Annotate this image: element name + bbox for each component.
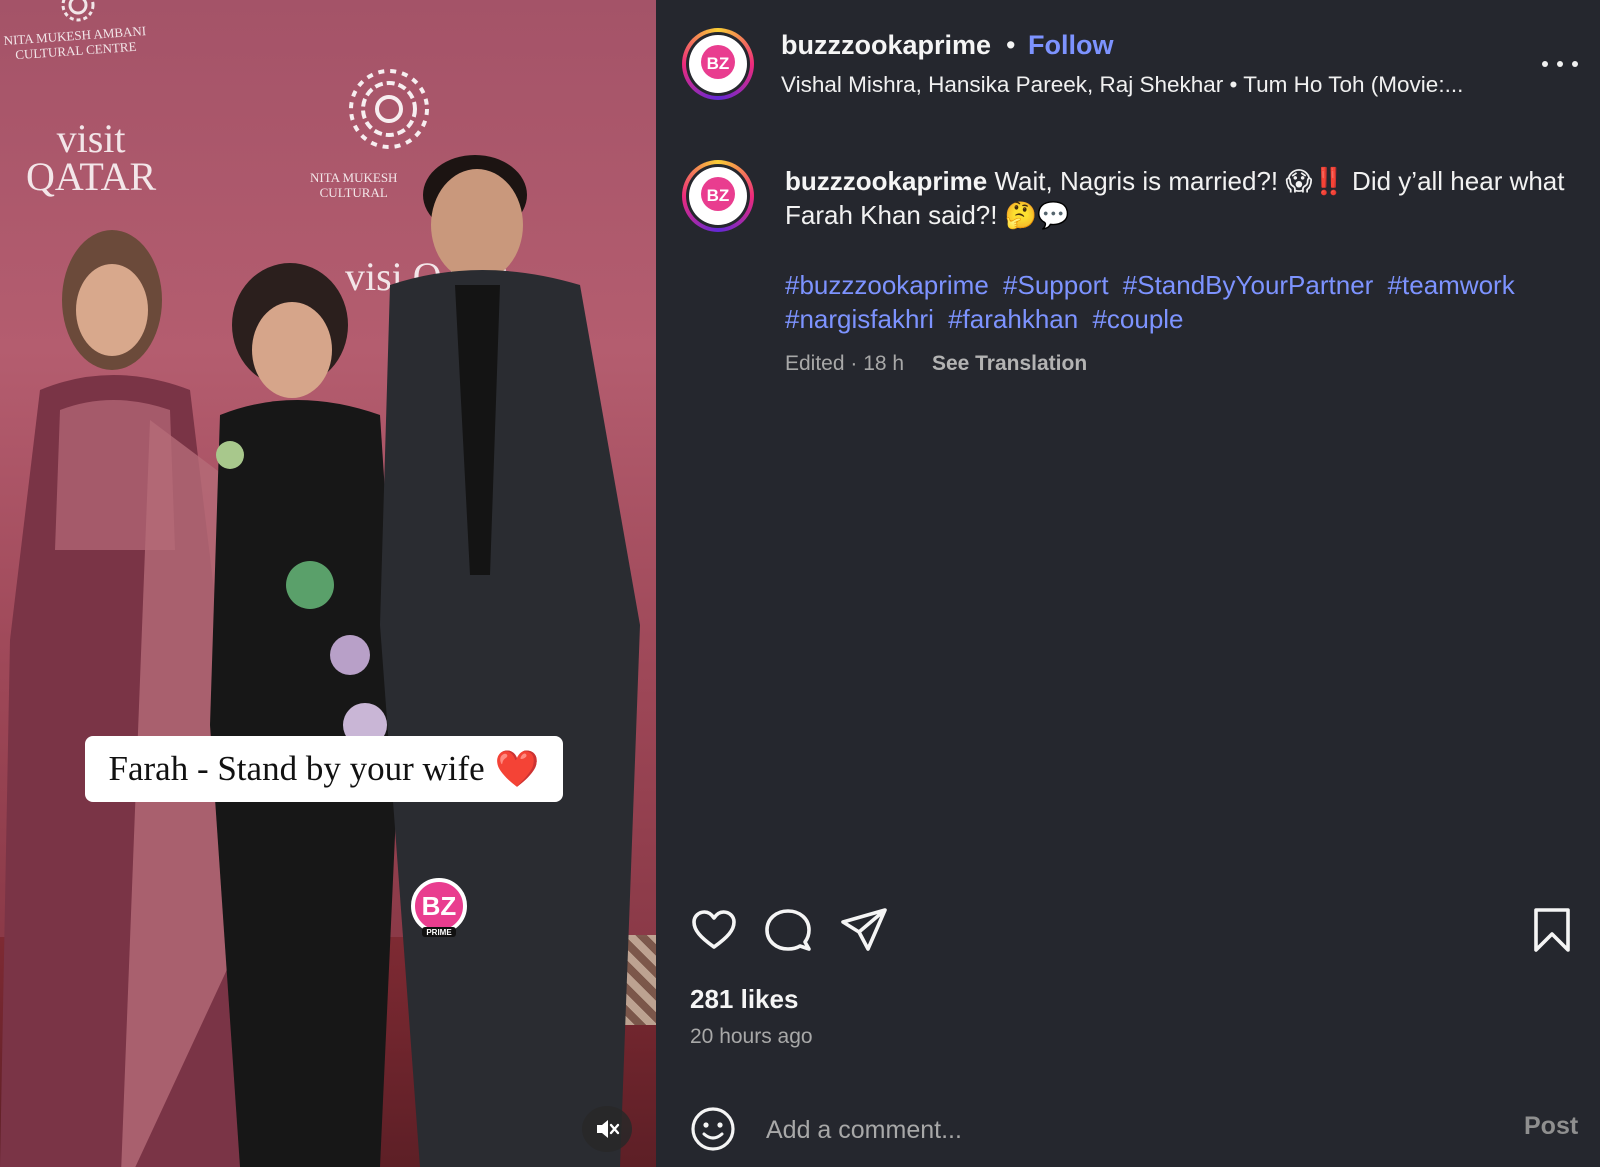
more-options-icon — [1572, 61, 1578, 67]
mute-toggle-button[interactable] — [582, 1106, 632, 1152]
comment-input[interactable] — [764, 1108, 1468, 1152]
caption: buzzzookaprime Wait, Nagris is married?!… — [785, 164, 1565, 232]
backdrop-nmacc-text: NITA MUKESH AMBANI CULTURAL CENTRE — [3, 23, 147, 63]
hashtag-link[interactable]: #Support — [1003, 270, 1109, 300]
edited-timestamp: Edited · 18 h — [785, 352, 905, 375]
avatar-text: BZ — [707, 54, 730, 73]
avatar-ring-gap: BZ — [686, 32, 750, 96]
header-separator: • — [1006, 30, 1016, 60]
watermark-text: BZ — [422, 891, 457, 921]
post-details-panel: BZ buzzzookaprime • Follow Vishal Mishra… — [656, 0, 1600, 1167]
video-caption-overlay: Farah - Stand by your wife ❤️ — [85, 736, 563, 802]
more-options-button[interactable] — [1542, 54, 1578, 74]
person-right — [380, 155, 640, 1167]
bz-logo-icon: BZ — [701, 177, 735, 211]
caption-author-avatar[interactable]: BZ — [682, 160, 754, 232]
nmacc-logo-icon — [349, 69, 429, 149]
share-icon[interactable] — [840, 906, 888, 954]
hashtag-link[interactable]: #couple — [1092, 304, 1183, 334]
likes-count[interactable]: 281 likes — [690, 984, 798, 1015]
follow-button[interactable]: Follow — [1028, 30, 1113, 61]
caption-username[interactable]: buzzzookaprime — [785, 166, 987, 196]
bookmark-icon[interactable] — [1528, 906, 1576, 954]
avatar-image: BZ — [689, 167, 747, 225]
smiley-icon[interactable] — [690, 1106, 736, 1152]
bz-logo-icon: BZ — [701, 45, 735, 79]
overlay-caption-text: Farah - Stand by your wife — [108, 749, 485, 788]
author-username[interactable]: buzzzookaprime — [781, 30, 991, 61]
bz-prime-watermark-icon: BZ PRIME — [411, 878, 467, 937]
hashtag-link[interactable]: #farahkhan — [948, 304, 1078, 334]
hashtag-link[interactable]: #nargisfakhri — [785, 304, 934, 334]
hashtag-list: #buzzzookaprime #Support #StandByYourPar… — [785, 268, 1575, 336]
avatar-text: BZ — [707, 186, 730, 205]
heart-icon[interactable] — [690, 906, 738, 954]
author-avatar[interactable]: BZ — [682, 28, 754, 100]
backdrop-line: visit — [56, 116, 126, 161]
avatar-image: BZ — [689, 35, 747, 93]
caption-meta: Edited · 18 h See Translation — [785, 352, 1087, 376]
backdrop-line: QATAR — [26, 154, 157, 199]
more-options-icon — [1557, 61, 1563, 67]
post-comment-button[interactable]: Post — [1524, 1112, 1578, 1141]
backdrop-qatar-text: visit QATAR — [26, 116, 157, 199]
audio-track-link[interactable]: Vishal Mishra, Hansika Pareek, Raj Shekh… — [781, 72, 1463, 98]
hashtag-link[interactable]: #buzzzookaprime — [785, 270, 989, 300]
hashtag-link[interactable]: #teamwork — [1388, 270, 1515, 300]
post-media[interactable]: NITA MUKESH AMBANI CULTURAL CENTRE visit… — [0, 0, 656, 1167]
watermark-sub: PRIME — [426, 928, 452, 937]
see-translation-button[interactable]: See Translation — [932, 352, 1087, 375]
comment-icon[interactable] — [764, 906, 812, 954]
hashtag-link[interactable]: #StandByYourPartner — [1123, 270, 1374, 300]
avatar-ring-gap: BZ — [686, 164, 750, 228]
heart-emoji-icon: ❤️ — [494, 749, 540, 789]
more-options-icon — [1542, 61, 1548, 67]
post-timestamp: 20 hours ago — [690, 1025, 813, 1048]
speaker-muted-icon — [597, 1120, 620, 1138]
